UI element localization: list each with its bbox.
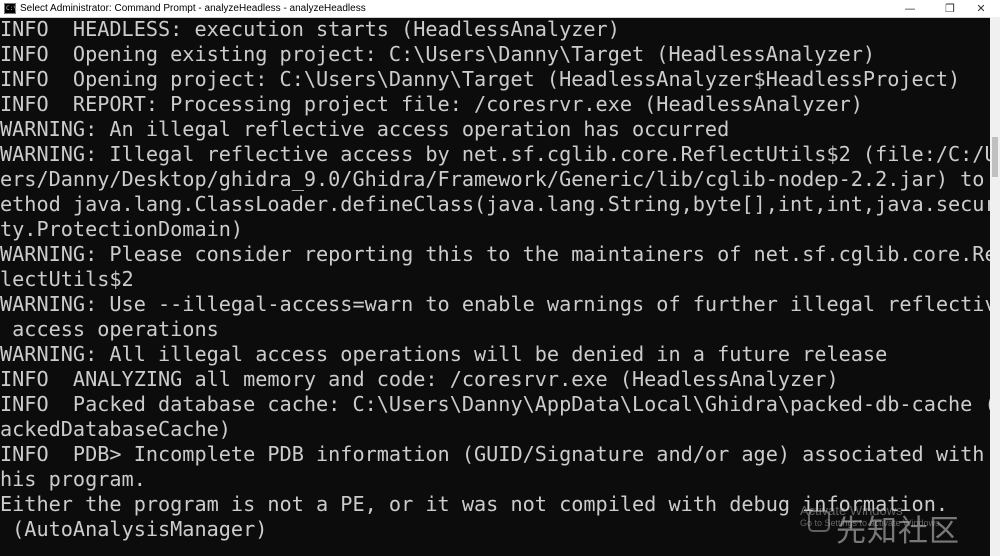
console-line: INFO ANALYZING all memory and code: /cor… bbox=[0, 367, 839, 391]
title-bar[interactable]: C:\ Select Administrator: Command Prompt… bbox=[0, 0, 1000, 18]
console-line: his program. bbox=[0, 467, 146, 491]
console-output[interactable]: INFO HEADLESS: execution starts (Headles… bbox=[0, 17, 1000, 556]
console-line: ethod java.lang.ClassLoader.defineClass(… bbox=[0, 192, 1000, 216]
console-line: INFO Opening existing project: C:\Users\… bbox=[0, 42, 876, 66]
close-button[interactable]: ✕ bbox=[962, 0, 1000, 17]
vertical-scrollbar[interactable] bbox=[990, 17, 1000, 556]
console-line: WARNING: Use --illegal-access=warn to en… bbox=[0, 292, 1000, 316]
console-line: INFO Opening project: C:\Users\Danny\Tar… bbox=[0, 67, 961, 91]
console-line: INFO HEADLESS: execution starts (Headles… bbox=[0, 17, 620, 41]
window-title: Select Administrator: Command Prompt - a… bbox=[20, 3, 366, 14]
console-line: INFO REPORT: Processing project file: /c… bbox=[0, 92, 863, 116]
console-line: WARNING: An illegal reflective access op… bbox=[0, 117, 730, 141]
watermark-overlay: Activate Windows Go to Settings to activ… bbox=[800, 498, 996, 554]
scrollbar-thumb[interactable] bbox=[992, 137, 998, 177]
console-line: (AutoAnalysisManager) bbox=[0, 517, 268, 541]
command-prompt-icon[interactable]: C:\ bbox=[4, 3, 17, 14]
console-line: ty.ProtectionDomain) bbox=[0, 217, 244, 241]
console-line: WARNING: Please consider reporting this … bbox=[0, 242, 1000, 266]
minimize-button[interactable]: — bbox=[890, 0, 930, 17]
console-line: INFO Packed database cache: C:\Users\Dan… bbox=[0, 392, 1000, 416]
console-line: WARNING: All illegal access operations w… bbox=[0, 342, 888, 366]
console-line: lectUtils$2 bbox=[0, 267, 134, 291]
console-line: ers/Danny/Desktop/ghidra_9.0/Ghidra/Fram… bbox=[0, 167, 1000, 191]
brand-watermark-text: 先知社区 bbox=[836, 514, 960, 549]
console-line: access operations bbox=[0, 317, 219, 341]
console-line: WARNING: Illegal reflective access by ne… bbox=[0, 142, 1000, 166]
console-line: INFO PDB> Incomplete PDB information (GU… bbox=[0, 442, 1000, 466]
console-line: ackedDatabaseCache) bbox=[0, 417, 231, 441]
app-icon-glyph: C:\ bbox=[6, 5, 17, 12]
brand-logo-icon bbox=[808, 510, 830, 532]
